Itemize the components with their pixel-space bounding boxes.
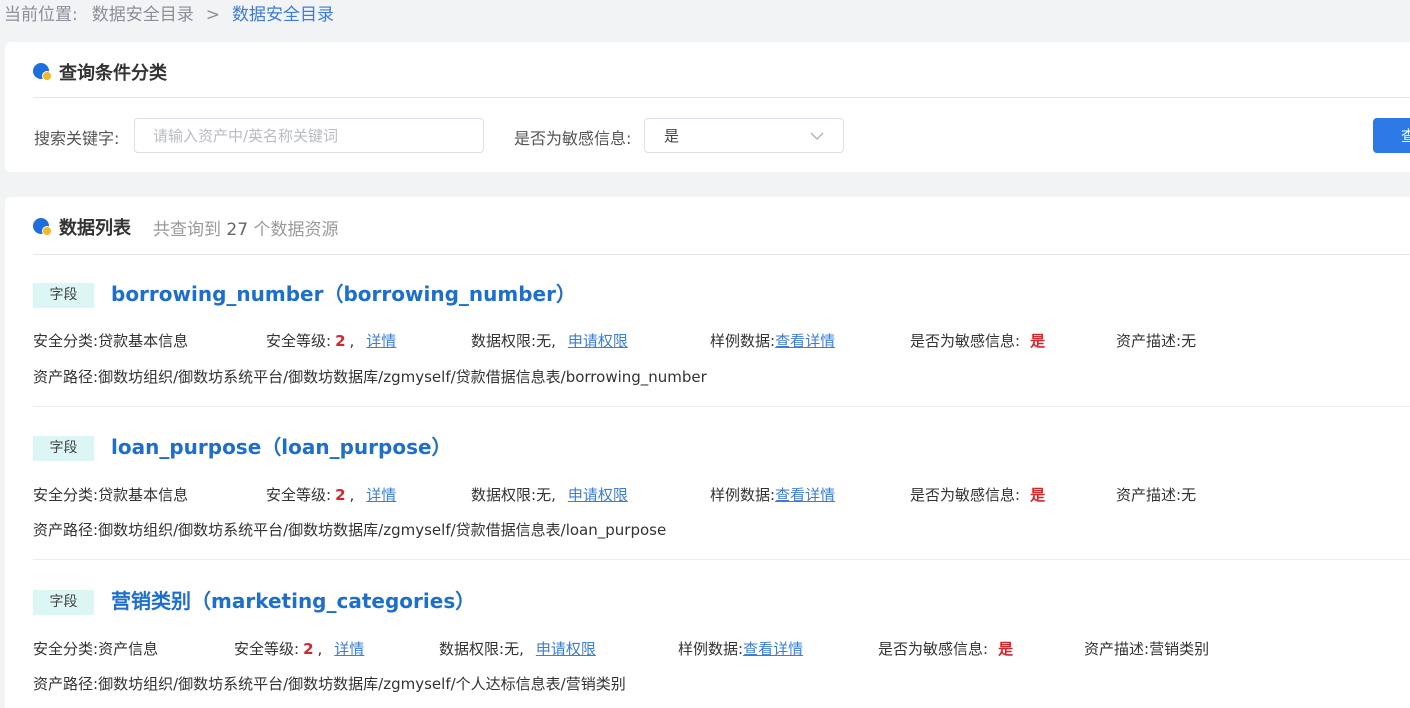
- list-item: 字段 borrowing_number（borrowing_number） 安全…: [33, 282, 1410, 407]
- sensitive-select-value: 是: [664, 127, 680, 145]
- field-tag: 字段: [33, 283, 94, 308]
- list-divider: [33, 254, 1410, 255]
- keyword-label: 搜索关键字:: [34, 129, 120, 148]
- data-permission-value: 无,: [504, 640, 524, 658]
- data-permission-value: 无,: [536, 486, 556, 504]
- section-dot-icon: [33, 217, 53, 237]
- list-panel-header: 数据列表 共查询到 27 个数据资源: [33, 214, 338, 240]
- query-panel-header: 查询条件分类: [33, 59, 167, 85]
- list-item: 字段 营销类别（marketing_categories） 安全分类: 资产信息 …: [33, 589, 1410, 708]
- asset-desc-value: 无: [1181, 486, 1197, 504]
- breadcrumb: 当前位置: 数据安全目录 > 数据安全目录: [4, 4, 334, 26]
- breadcrumb-prefix: 当前位置:: [4, 5, 78, 25]
- security-category-label: 安全分类:: [33, 640, 99, 658]
- item-meta-row: 安全分类: 贷款基本信息 安全等级: 2, 详情 数据权限: 无, 申请权限 样例数据: 查…: [33, 485, 1196, 505]
- list-panel-title: 数据列表: [59, 218, 131, 239]
- item-meta-row: 安全分类: 贷款基本信息 安全等级: 2, 详情 数据权限: 无, 申请权限 样例数据: 查…: [33, 331, 1196, 351]
- sensitive-info-value: 是: [1030, 332, 1046, 350]
- asset-path-value: 御数坊组织/御数坊系统平台/御数坊数据库/zgmyself/个人达标信息表/营销…: [98, 675, 626, 693]
- asset-path-value: 御数坊组织/御数坊系统平台/御数坊数据库/zgmyself/贷款借据信息表/bo…: [98, 368, 707, 386]
- item-divider: [33, 559, 1410, 560]
- list-item: 字段 loan_purpose（loan_purpose） 安全分类: 贷款基本信…: [33, 435, 1410, 560]
- query-button-label: 查: [1401, 127, 1410, 145]
- view-sample-link[interactable]: 查看详情: [743, 639, 803, 659]
- comma: ,: [349, 486, 355, 504]
- apply-permission-link[interactable]: 申请权限: [536, 639, 596, 659]
- security-category-value: 贷款基本信息: [98, 332, 189, 350]
- item-title-link[interactable]: borrowing_number（borrowing_number）: [111, 282, 576, 306]
- asset-desc-label: 资产描述:: [1116, 486, 1182, 504]
- security-level-label: 安全等级:: [234, 640, 300, 658]
- query-divider: [33, 97, 1410, 98]
- level-detail-link[interactable]: 详情: [366, 331, 396, 351]
- item-path-row: 资产路径:御数坊组织/御数坊系统平台/御数坊数据库/zgmyself/个人达标信…: [33, 674, 626, 694]
- breadcrumb-separator: >: [205, 5, 220, 25]
- apply-permission-link[interactable]: 申请权限: [568, 485, 628, 505]
- level-detail-link[interactable]: 详情: [334, 639, 364, 659]
- asset-path-label: 资产路径:: [33, 368, 99, 386]
- comma: ,: [349, 332, 355, 350]
- item-path-row: 资产路径:御数坊组织/御数坊系统平台/御数坊数据库/zgmyself/贷款借据信…: [33, 520, 666, 540]
- security-level-value: 2: [335, 332, 346, 350]
- section-dot-icon: [33, 62, 53, 82]
- item-title-link[interactable]: loan_purpose（loan_purpose）: [111, 435, 452, 459]
- query-panel-title: 查询条件分类: [59, 63, 167, 84]
- security-category-value: 资产信息: [98, 640, 159, 658]
- keyword-placeholder: 请输入资产中/英名称关键词: [153, 127, 339, 145]
- result-count: 27: [226, 219, 249, 240]
- comma: ,: [317, 640, 323, 658]
- asset-desc-label: 资产描述:: [1084, 640, 1150, 658]
- sensitive-info-label: 是否为敏感信息:: [910, 332, 1021, 350]
- breadcrumb-current: 数据安全目录: [231, 5, 334, 25]
- sensitive-info-label: 是否为敏感信息:: [910, 486, 1021, 504]
- item-meta-row: 安全分类: 资产信息 安全等级: 2, 详情 数据权限: 无, 申请权限 样例数据: 查看详…: [33, 639, 1209, 659]
- data-permission-label: 数据权限:: [439, 640, 505, 658]
- view-sample-link[interactable]: 查看详情: [775, 485, 835, 505]
- level-detail-link[interactable]: 详情: [366, 485, 396, 505]
- chevron-down-icon: [810, 132, 824, 140]
- item-path-row: 资产路径:御数坊组织/御数坊系统平台/御数坊数据库/zgmyself/贷款借据信…: [33, 367, 707, 387]
- security-category-label: 安全分类:: [33, 332, 99, 350]
- field-tag: 字段: [33, 590, 94, 615]
- item-divider: [33, 406, 1410, 407]
- asset-desc-value: 营销类别: [1149, 640, 1210, 658]
- breadcrumb-level1[interactable]: 数据安全目录: [92, 4, 194, 26]
- data-list-panel: 数据列表 共查询到 27 个数据资源 字段 borrowing_number（b…: [5, 197, 1410, 708]
- security-level-label: 安全等级:: [266, 486, 332, 504]
- sensitive-info-value: 是: [998, 640, 1014, 658]
- asset-desc-label: 资产描述:: [1116, 332, 1182, 350]
- count-suffix: 个数据资源: [253, 219, 339, 240]
- query-button[interactable]: 查: [1373, 118, 1410, 153]
- sample-data-label: 样例数据:: [710, 332, 776, 350]
- field-tag: 字段: [33, 436, 94, 461]
- data-permission-value: 无,: [536, 332, 556, 350]
- security-level-label: 安全等级:: [266, 332, 332, 350]
- sensitive-info-label: 是否为敏感信息:: [878, 640, 989, 658]
- sample-data-label: 样例数据:: [678, 640, 744, 658]
- security-level-value: 2: [335, 486, 346, 504]
- sensitive-info-value: 是: [1030, 486, 1046, 504]
- item-title-link[interactable]: 营销类别（marketing_categories）: [111, 589, 475, 613]
- asset-path-label: 资产路径:: [33, 521, 99, 539]
- asset-path-label: 资产路径:: [33, 675, 99, 693]
- sensitive-label: 是否为敏感信息:: [514, 129, 632, 148]
- apply-permission-link[interactable]: 申请权限: [568, 331, 628, 351]
- data-permission-label: 数据权限:: [471, 486, 537, 504]
- security-category-label: 安全分类:: [33, 486, 99, 504]
- query-panel: 查询条件分类 搜索关键字: 请输入资产中/英名称关键词 是否为敏感信息: 是 查: [5, 42, 1410, 172]
- asset-desc-value: 无: [1181, 332, 1197, 350]
- view-sample-link[interactable]: 查看详情: [775, 331, 835, 351]
- result-count-text: 共查询到 27 个数据资源: [153, 215, 338, 240]
- security-category-value: 贷款基本信息: [98, 486, 189, 504]
- asset-path-value: 御数坊组织/御数坊系统平台/御数坊数据库/zgmyself/贷款借据信息表/lo…: [98, 521, 667, 539]
- security-level-value: 2: [303, 640, 314, 658]
- keyword-search-input[interactable]: 请输入资产中/英名称关键词: [134, 118, 484, 153]
- count-prefix: 共查询到: [153, 219, 221, 240]
- data-permission-label: 数据权限:: [471, 332, 537, 350]
- sample-data-label: 样例数据:: [710, 486, 776, 504]
- sensitive-select[interactable]: 是: [644, 118, 844, 153]
